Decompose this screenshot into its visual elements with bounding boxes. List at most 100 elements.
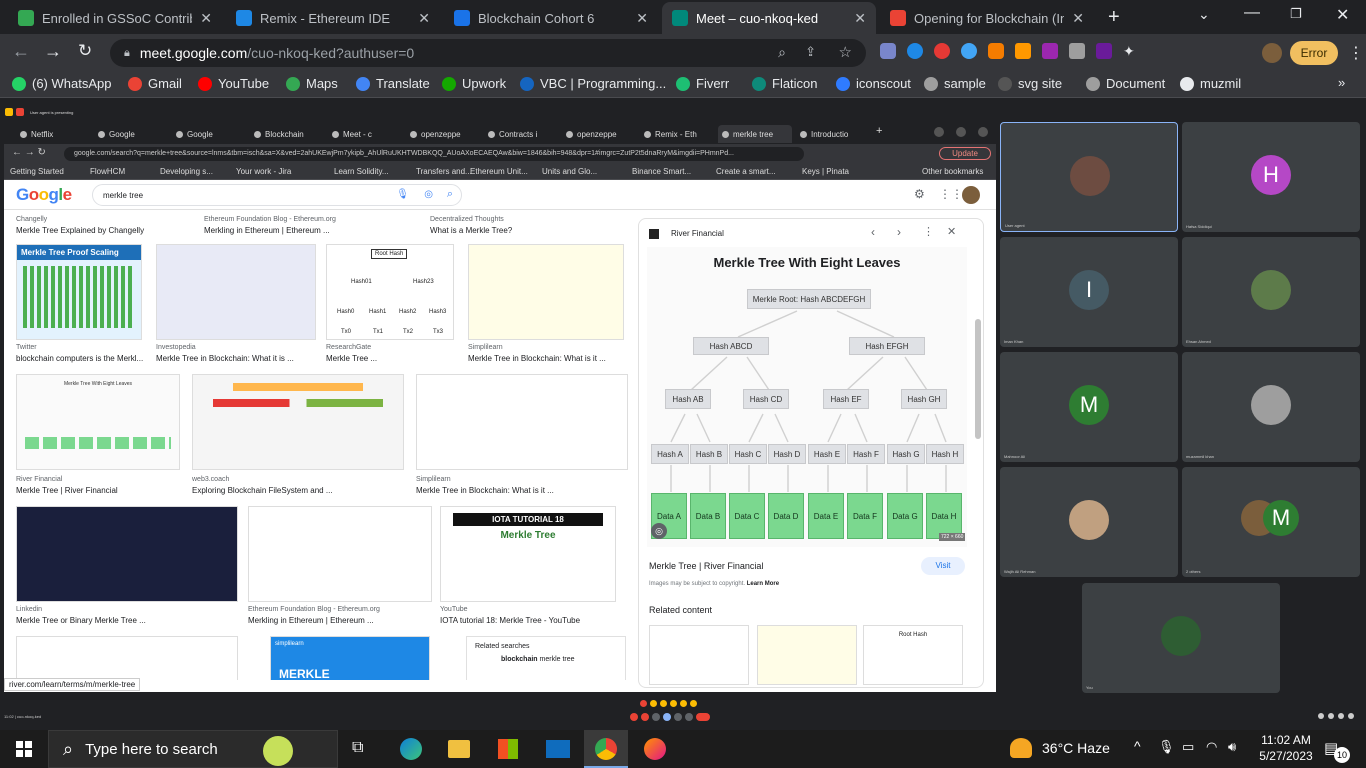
heart-icon[interactable] [640, 700, 647, 707]
bookmark-item[interactable]: iconscout [836, 76, 911, 91]
restore-icon [956, 127, 966, 137]
avatar [962, 186, 980, 204]
participant-tile[interactable]: M Mahnoor Ali [1000, 352, 1178, 462]
participant-tile[interactable]: User agent [1000, 122, 1178, 232]
result-thumbnail [192, 374, 404, 470]
weather-text[interactable]: 36°C Haze [1042, 740, 1110, 756]
emoji-icon[interactable] [680, 700, 687, 707]
chat-icon[interactable] [1338, 713, 1344, 719]
bookmark-item[interactable]: Flaticon [752, 76, 818, 91]
extension-icon[interactable] [1015, 43, 1031, 59]
shared-tab: Remix - Eth [640, 125, 714, 143]
result-source: ResearchGate [326, 344, 372, 351]
extension-icon[interactable] [1069, 43, 1085, 59]
profile-avatar[interactable] [1262, 43, 1282, 63]
windows-start-icon[interactable] [16, 741, 32, 757]
participant-tile[interactable]: Ehsan Ahmed [1182, 237, 1360, 347]
browser-tab[interactable]: Blockchain Cohort 6 ✕ [444, 2, 658, 34]
browser-tab[interactable]: Enrolled in GSSoC Contributo ✕ [8, 2, 222, 34]
bookmark-item[interactable]: Translate [356, 76, 430, 91]
microphone-icon[interactable]: 🎙︎ [1158, 739, 1175, 755]
close-window-icon[interactable]: ✕ [1336, 5, 1349, 25]
search-icon[interactable]: ⌕ [778, 44, 786, 61]
battery-icon[interactable]: ▭ [1182, 739, 1194, 755]
restore-icon[interactable]: ❐ [1290, 6, 1302, 22]
mic-off-icon[interactable] [630, 713, 638, 721]
activities-icon[interactable] [1348, 713, 1354, 719]
participant-tile[interactable]: muzammil khan [1182, 352, 1360, 462]
tab-close-icon[interactable]: ✕ [1072, 10, 1084, 27]
leave-call-button[interactable] [696, 713, 710, 721]
tab-close-icon[interactable]: ✕ [418, 10, 430, 27]
people-icon[interactable] [1328, 713, 1334, 719]
new-tab-icon[interactable]: + [1108, 6, 1120, 29]
forward-icon[interactable]: → [44, 41, 62, 62]
browser-tab[interactable]: Opening for Blockchain (Inte ✕ [880, 2, 1094, 34]
firefox-icon[interactable] [644, 738, 666, 760]
metamask-icon[interactable] [988, 43, 1004, 59]
extension-icon[interactable] [961, 43, 977, 59]
bookmark-item[interactable]: VBC | Programming... [520, 76, 666, 91]
camera-off-icon[interactable] [641, 713, 649, 721]
extension-icon[interactable] [1096, 43, 1112, 59]
minimize-icon[interactable]: — [1244, 4, 1260, 22]
tray-chevron-icon[interactable]: ^ [1134, 738, 1141, 754]
hand-icon[interactable] [674, 713, 682, 721]
taskbar-search-box[interactable]: ⌕ Type here to search [48, 730, 338, 768]
bookmark-item[interactable]: Maps [286, 76, 338, 91]
bookmark-item[interactable]: Upwork [442, 76, 506, 91]
address-bar[interactable]: 🔒︎ meet.google.com /cuo-nkoq-ked?authuse… [110, 39, 866, 67]
extension-icon[interactable] [880, 43, 896, 59]
puzzle-icon[interactable]: ✦ [1123, 43, 1139, 59]
file-explorer-icon[interactable] [448, 740, 470, 758]
error-button[interactable]: Error [1290, 41, 1338, 65]
bookmark-item[interactable]: muzmil [1180, 76, 1241, 91]
participant-tile[interactable]: You [1082, 583, 1280, 693]
volume-icon[interactable]: 🔊︎ [1228, 739, 1236, 755]
more-bookmarks-icon[interactable]: » [1338, 75, 1345, 90]
bookmark-item[interactable]: (6) WhatsApp [12, 76, 111, 91]
source-icon [649, 229, 659, 239]
emoji-icon[interactable] [660, 700, 667, 707]
extension-icon[interactable] [934, 43, 950, 59]
reload-icon[interactable]: ↻ [78, 41, 92, 61]
bookmark-item[interactable]: svg site [998, 76, 1062, 91]
emoji-icon[interactable] [690, 700, 697, 707]
back-icon[interactable]: ← [12, 41, 30, 62]
extension-icon[interactable] [1042, 43, 1058, 59]
bookmark-item[interactable]: sample [924, 76, 986, 91]
wifi-icon[interactable]: ◠ [1206, 739, 1217, 755]
extension-icon[interactable] [907, 43, 923, 59]
participant-tile[interactable]: Wajih Ali Rehman [1000, 467, 1178, 577]
present-icon[interactable] [663, 713, 671, 721]
browser-tab[interactable]: Meet – cuo-nkoq-ked ✕ [662, 2, 876, 34]
mail-icon[interactable] [546, 740, 570, 758]
edge-icon[interactable] [400, 738, 422, 760]
participant-tile[interactable]: H Hafsa Siddiqui [1182, 122, 1360, 232]
tab-close-icon[interactable]: ✕ [636, 10, 648, 27]
tab-close-icon[interactable]: ✕ [854, 10, 866, 27]
stop-icon[interactable] [16, 108, 24, 116]
more-options-icon[interactable] [685, 713, 693, 721]
participant-tile[interactable]: M 2 others [1182, 467, 1360, 577]
share-icon[interactable]: ⇪ [805, 44, 816, 60]
task-view-icon[interactable]: ⧉ [352, 739, 363, 757]
chrome-taskbar-item[interactable] [584, 730, 628, 768]
browser-tab[interactable]: Remix - Ethereum IDE ✕ [226, 2, 440, 34]
tab-search-icon[interactable]: ⌄ [1198, 6, 1210, 23]
captions-icon[interactable] [652, 713, 660, 721]
store-icon[interactable] [498, 739, 518, 759]
emoji-icon[interactable] [670, 700, 677, 707]
bookmark-star-icon[interactable]: ☆ [839, 43, 852, 61]
info-icon[interactable] [1318, 713, 1324, 719]
clock-date[interactable]: 5/27/2023 [1256, 749, 1316, 763]
bookmark-item[interactable]: Document [1086, 76, 1165, 91]
participant-tile[interactable]: I Iman Khan [1000, 237, 1178, 347]
menu-icon[interactable]: ⋮ [1348, 43, 1364, 63]
bookmark-item[interactable]: YouTube [198, 76, 269, 91]
bookmark-item[interactable]: Gmail [128, 76, 182, 91]
tab-close-icon[interactable]: ✕ [200, 10, 212, 27]
bookmark-item[interactable]: Fiverr [676, 76, 729, 91]
clock-time[interactable]: 11:02 AM [1256, 733, 1316, 747]
emoji-icon[interactable] [650, 700, 657, 707]
